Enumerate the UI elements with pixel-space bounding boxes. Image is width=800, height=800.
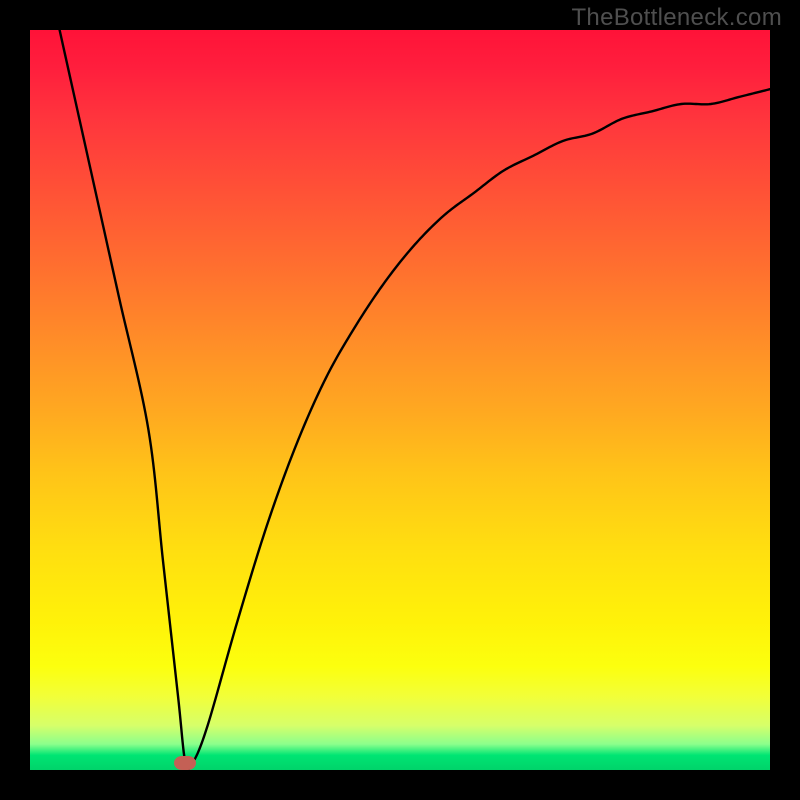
watermark-label: TheBottleneck.com [571,4,782,32]
optimal-point-marker [174,756,196,770]
plot-area [30,30,770,770]
chart-frame: TheBottleneck.com [0,0,800,800]
bottleneck-curve [30,30,770,770]
